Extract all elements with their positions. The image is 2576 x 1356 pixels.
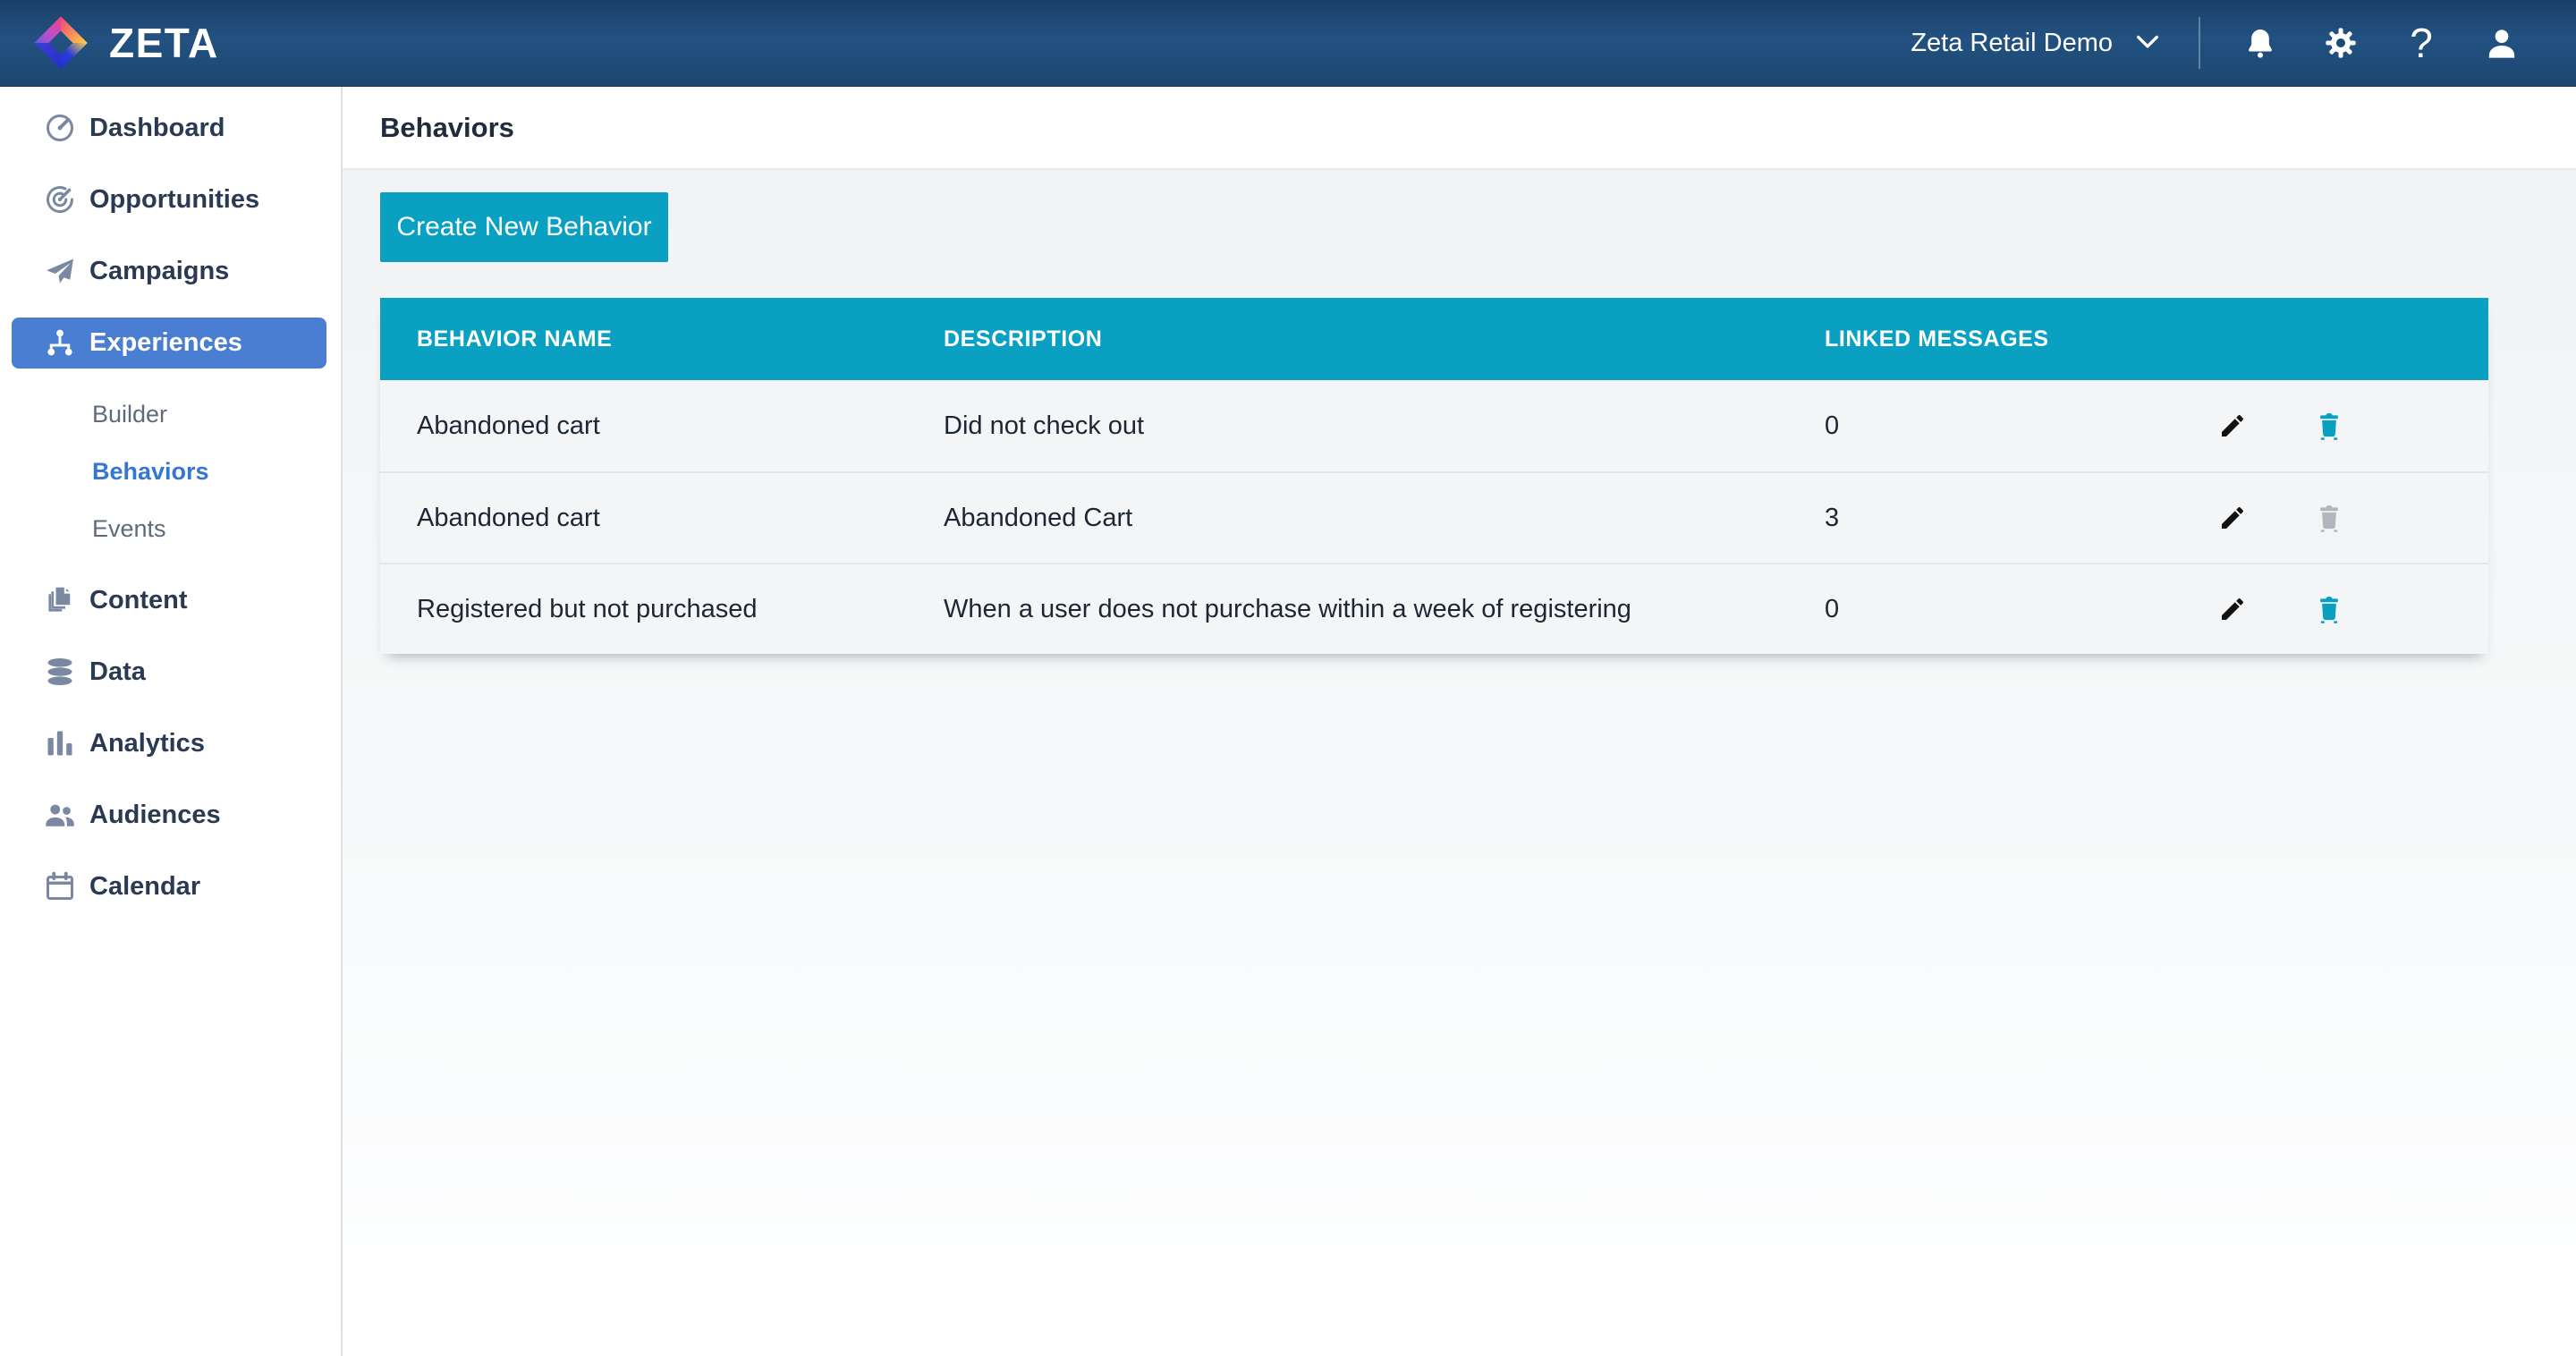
user-menu-button[interactable] bbox=[2462, 12, 2542, 74]
sidebar-subitem-builder[interactable]: Builder bbox=[0, 386, 341, 443]
sidebar-subitem-label: Builder bbox=[92, 401, 167, 428]
sidebar-item-opportunities[interactable]: Opportunities bbox=[0, 164, 341, 235]
sidebar-item-experiences[interactable]: Experiences bbox=[0, 307, 341, 378]
sidebar-subitem-behaviors[interactable]: Behaviors bbox=[0, 443, 341, 500]
sidebar-item-label: Audiences bbox=[89, 801, 221, 830]
pencil-icon bbox=[2218, 411, 2247, 440]
behavior-name-cell: Abandoned cart bbox=[417, 504, 944, 533]
sidebar-item-label: Calendar bbox=[89, 872, 200, 902]
create-new-behavior-button[interactable]: Create New Behavior bbox=[380, 192, 668, 262]
sidebar-item-calendar[interactable]: Calendar bbox=[0, 851, 341, 922]
sidebar-item-label: Content bbox=[89, 586, 188, 615]
sidebar-item-dashboard[interactable]: Dashboard bbox=[0, 92, 341, 164]
sidebar: Dashboard Opportunities bbox=[0, 87, 343, 1356]
user-icon bbox=[2484, 25, 2520, 61]
target-icon bbox=[43, 182, 77, 216]
sidebar-subitem-label: Behaviors bbox=[92, 458, 209, 486]
people-icon bbox=[43, 798, 77, 832]
delete-behavior-button-disabled bbox=[2308, 496, 2351, 539]
trash-icon bbox=[2314, 593, 2344, 625]
linked-messages-cell: 0 bbox=[1825, 595, 2211, 624]
sidebar-item-content[interactable]: Content bbox=[0, 564, 341, 636]
sidebar-item-campaigns[interactable]: Campaigns bbox=[0, 235, 341, 307]
brand-name: ZETA bbox=[109, 19, 219, 67]
sidebar-item-audiences[interactable]: Audiences bbox=[0, 779, 341, 851]
sidebar-subitem-label: Events bbox=[92, 515, 166, 543]
sidebar-item-label: Experiences bbox=[89, 328, 242, 358]
notifications-button[interactable] bbox=[2220, 12, 2301, 74]
pencil-icon bbox=[2218, 595, 2247, 623]
column-header-behavior-name: BEHAVIOR NAME bbox=[417, 326, 944, 352]
sidebar-item-label: Data bbox=[89, 657, 146, 687]
linked-messages-cell: 0 bbox=[1825, 411, 2211, 441]
description-cell: Abandoned Cart bbox=[944, 504, 1825, 533]
sidebar-item-data[interactable]: Data bbox=[0, 636, 341, 708]
table-row: Registered but not purchased When a user… bbox=[380, 563, 2488, 654]
edit-behavior-button[interactable] bbox=[2211, 496, 2254, 539]
trash-icon bbox=[2314, 410, 2344, 442]
behavior-name-cell: Abandoned cart bbox=[417, 411, 944, 441]
page-header: Behaviors bbox=[343, 87, 2576, 170]
experiences-subnav: Builder Behaviors Events bbox=[0, 386, 341, 557]
behaviors-table: BEHAVIOR NAME DESCRIPTION LINKED MESSAGE… bbox=[380, 298, 2488, 654]
sidebar-subitem-events[interactable]: Events bbox=[0, 500, 341, 557]
sidebar-item-label: Campaigns bbox=[89, 257, 229, 286]
sitemap-icon bbox=[43, 326, 77, 360]
account-dropdown[interactable]: Zeta Retail Demo bbox=[1911, 29, 2159, 58]
navbar-divider bbox=[2199, 17, 2200, 69]
zeta-logo-icon bbox=[30, 13, 91, 73]
sidebar-item-label: Analytics bbox=[89, 729, 205, 759]
brand: ZETA bbox=[30, 13, 219, 73]
database-icon bbox=[43, 655, 77, 689]
settings-button[interactable] bbox=[2301, 12, 2381, 74]
description-cell: Did not check out bbox=[944, 411, 1825, 441]
pages-icon bbox=[43, 583, 77, 617]
description-cell: When a user does not purchase within a w… bbox=[944, 595, 1825, 624]
trash-icon bbox=[2314, 502, 2344, 534]
calendar-icon bbox=[43, 869, 77, 903]
column-header-linked-messages: LINKED MESSAGES bbox=[1825, 326, 2488, 352]
table-row: Abandoned cart Abandoned Cart 3 bbox=[380, 471, 2488, 563]
gauge-icon bbox=[43, 111, 77, 145]
content-area: Create New Behavior BEHAVIOR NAME DESCRI… bbox=[343, 170, 2576, 1356]
top-navbar: ZETA Zeta Retail Demo bbox=[0, 0, 2576, 87]
sidebar-item-label: Dashboard bbox=[89, 114, 225, 143]
bell-icon bbox=[2243, 25, 2277, 61]
delete-behavior-button[interactable] bbox=[2308, 588, 2351, 631]
question-mark-icon: ? bbox=[2410, 22, 2433, 64]
sidebar-item-label: Opportunities bbox=[89, 185, 259, 215]
edit-behavior-button[interactable] bbox=[2211, 588, 2254, 631]
linked-messages-cell: 3 bbox=[1825, 504, 2211, 533]
sidebar-item-analytics[interactable]: Analytics bbox=[0, 708, 341, 779]
edit-behavior-button[interactable] bbox=[2211, 404, 2254, 447]
table-header-row: BEHAVIOR NAME DESCRIPTION LINKED MESSAGE… bbox=[380, 298, 2488, 380]
chevron-down-icon bbox=[2136, 35, 2159, 51]
table-row: Abandoned cart Did not check out 0 bbox=[380, 380, 2488, 471]
bar-chart-icon bbox=[43, 726, 77, 760]
account-name: Zeta Retail Demo bbox=[1911, 29, 2113, 58]
column-header-description: DESCRIPTION bbox=[944, 326, 1825, 352]
pencil-icon bbox=[2218, 504, 2247, 532]
page-title: Behaviors bbox=[380, 112, 514, 144]
paper-plane-icon bbox=[43, 254, 77, 288]
help-button[interactable]: ? bbox=[2381, 12, 2462, 74]
behavior-name-cell: Registered but not purchased bbox=[417, 595, 944, 624]
delete-behavior-button[interactable] bbox=[2308, 404, 2351, 447]
gear-icon bbox=[2323, 25, 2359, 61]
